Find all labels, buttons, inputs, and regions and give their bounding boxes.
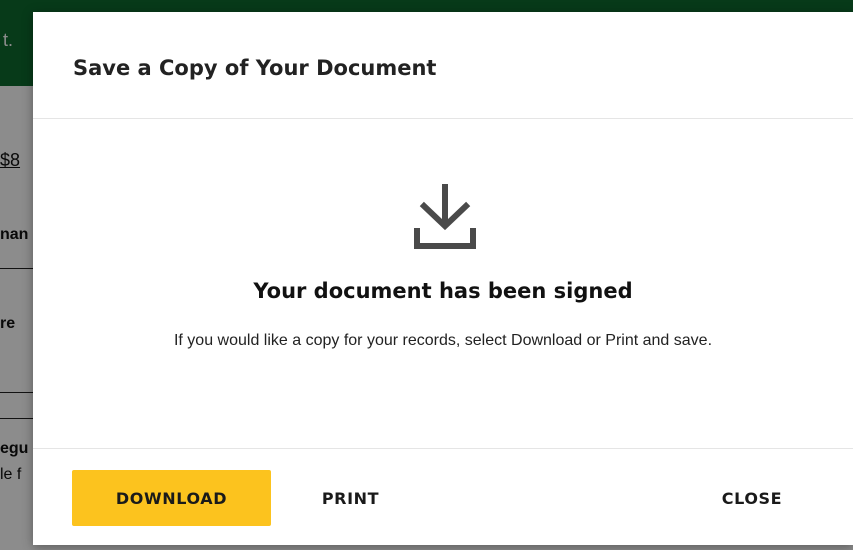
download-icon: [414, 184, 476, 249]
dialog-footer: DOWNLOAD PRINT CLOSE: [33, 449, 853, 545]
dialog-header: Save a Copy of Your Document: [33, 12, 853, 119]
dialog-title: Save a Copy of Your Document: [73, 56, 437, 80]
close-button[interactable]: CLOSE: [697, 470, 807, 526]
download-button[interactable]: DOWNLOAD: [72, 470, 271, 526]
signed-message: If you would like a copy for your record…: [173, 332, 713, 349]
print-button[interactable]: PRINT: [303, 470, 398, 526]
signed-heading: Your document has been signed: [253, 279, 633, 303]
save-copy-dialog: Save a Copy of Your Document Your docume…: [33, 12, 853, 545]
dialog-body: Your document has been signed If you wou…: [33, 119, 853, 449]
